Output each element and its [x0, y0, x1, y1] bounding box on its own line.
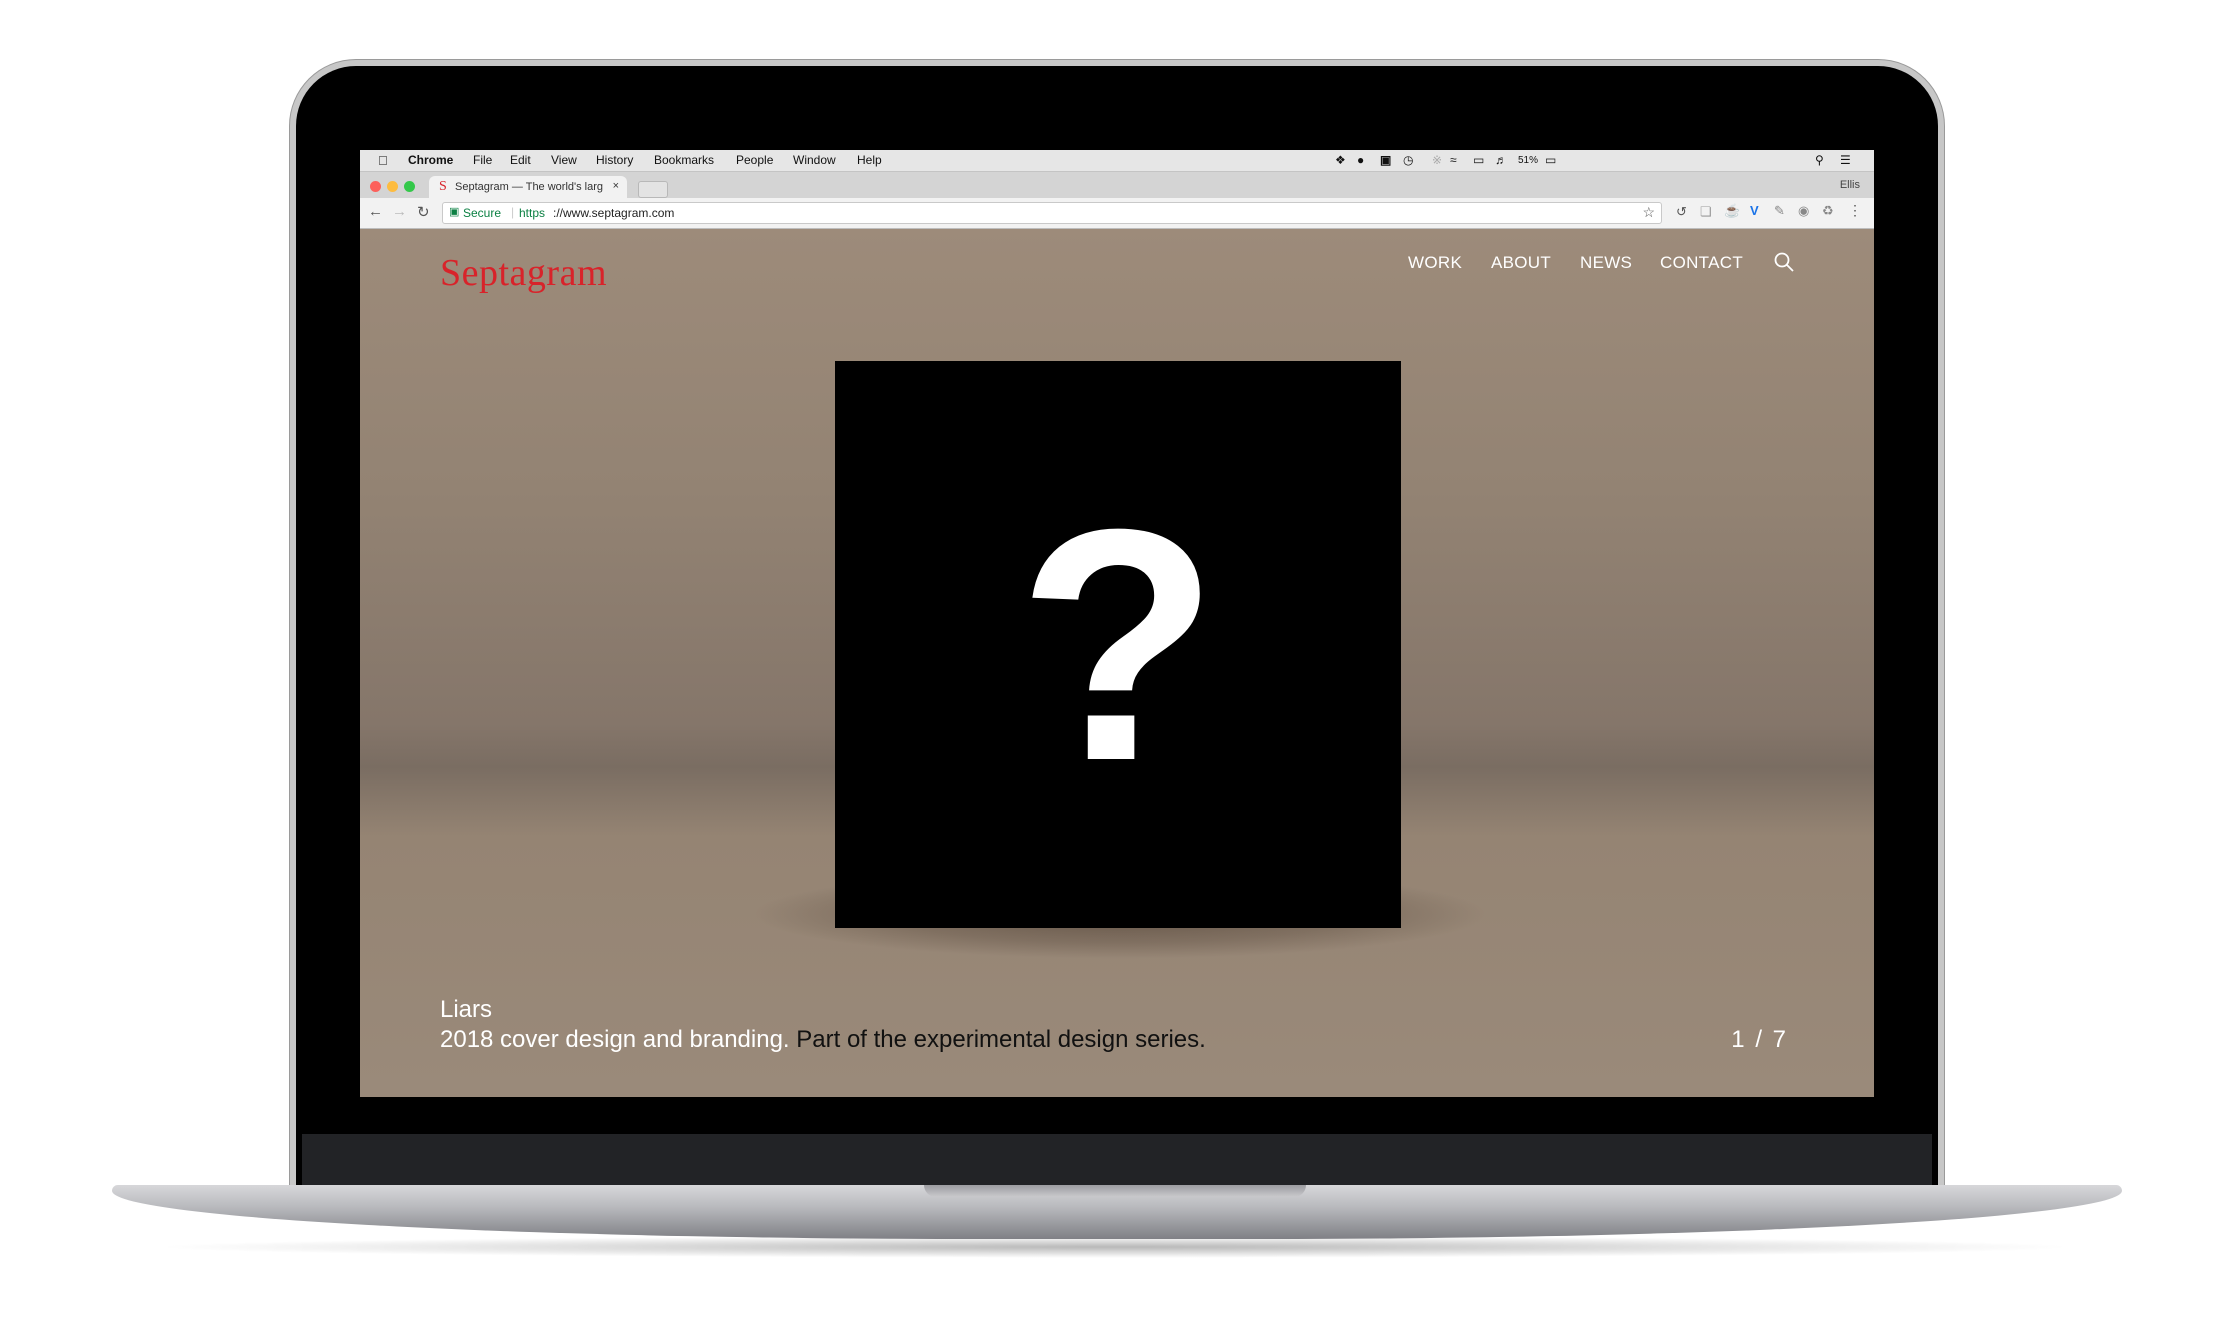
browser-tab[interactable]: S Septagram — The world's larg × [429, 176, 627, 198]
menu-people[interactable]: People [736, 153, 773, 167]
menu-window[interactable]: Window [793, 153, 836, 167]
menu-app-name[interactable]: Chrome [408, 153, 453, 167]
close-window-button[interactable] [370, 181, 381, 192]
slide-description: 2018 cover design and branding. Part of … [440, 1026, 1206, 1054]
cover-artwork[interactable]: ? [835, 361, 1401, 928]
omnibox[interactable]: ▣ Secure | https ://www.septagram.com ☆ [442, 202, 1662, 224]
extension-pen-icon[interactable]: ✎ [1774, 203, 1785, 219]
wifi-icon[interactable]: ≈ [1450, 153, 1457, 167]
macos-menubar:  Chrome File Edit View History Bookmark… [360, 150, 1874, 172]
dropbox-icon[interactable]: ❖ [1335, 153, 1346, 167]
slide-description-part1: 2018 cover design and branding. [440, 1026, 790, 1053]
nav-about[interactable]: ABOUT [1491, 253, 1551, 273]
laptop-chin [302, 1134, 1932, 1190]
time-machine-icon[interactable]: ◷ [1403, 153, 1413, 167]
reload-icon[interactable]: ↻ [417, 203, 430, 221]
slide-counter: 1 / 7 [1731, 1026, 1788, 1053]
extension-camera-icon[interactable]: ◉ [1798, 203, 1809, 219]
menu-file[interactable]: File [473, 153, 492, 167]
tab-close-icon[interactable]: × [613, 180, 619, 192]
cloud-icon[interactable]: ● [1357, 153, 1364, 167]
website-page: Septagram WORK ABOUT NEWS CONTACT ? Liar… [360, 229, 1874, 1097]
nav-work[interactable]: WORK [1408, 253, 1462, 273]
menu-history[interactable]: History [596, 153, 633, 167]
nav-news[interactable]: NEWS [1580, 253, 1632, 273]
minimize-window-button[interactable] [387, 181, 398, 192]
tab-favicon: S [439, 179, 447, 194]
extension-link-icon[interactable]: ↺ [1676, 204, 1687, 220]
battery-icon[interactable]: ▭ [1545, 153, 1556, 167]
spotlight-icon[interactable]: ⚲ [1815, 153, 1824, 167]
back-icon[interactable]: ← [368, 203, 383, 220]
screen:  Chrome File Edit View History Bookmark… [360, 150, 1874, 1097]
extension-cup-icon[interactable]: ☕ [1724, 203, 1740, 219]
site-logo[interactable]: Septagram [440, 251, 607, 295]
laptop-notch [924, 1185, 1306, 1197]
lock-icon: ▣ [449, 206, 460, 218]
extension-v-icon[interactable]: V [1750, 203, 1759, 218]
menu-bookmarks[interactable]: Bookmarks [654, 153, 714, 167]
search-icon[interactable] [1773, 251, 1795, 273]
url-scheme: https [519, 206, 546, 220]
menu-view[interactable]: View [551, 153, 577, 167]
secure-label: Secure [463, 206, 502, 220]
menu-edit[interactable]: Edit [510, 153, 531, 167]
volume-icon[interactable]: ♬ [1495, 153, 1507, 167]
tab-bar: S Septagram — The world's larg × Ellis [360, 172, 1874, 198]
bookmark-star-icon[interactable]: ☆ [1642, 204, 1655, 221]
question-mark-glyph: ? [1017, 459, 1219, 829]
menu-help[interactable]: Help [857, 153, 882, 167]
app-g-icon[interactable]: ▣ [1380, 153, 1391, 167]
apple-icon[interactable]:  [378, 153, 388, 168]
extension-recycle-icon[interactable]: ♻ [1822, 203, 1834, 219]
new-tab-button[interactable] [638, 181, 668, 198]
battery-percent[interactable]: 51% [1518, 155, 1538, 166]
bluetooth-icon[interactable]: ※ [1432, 153, 1442, 167]
forward-icon[interactable]: → [392, 203, 407, 220]
airplay-icon[interactable]: ▭ [1473, 153, 1484, 167]
chrome-menu-icon[interactable]: ⋮ [1848, 202, 1862, 219]
slide-title: Liars [440, 996, 493, 1023]
profile-name[interactable]: Ellis [1840, 179, 1860, 191]
omnibox-divider: | [511, 205, 515, 219]
laptop-shadow [150, 1236, 2080, 1258]
address-toolbar: ← → ↻ ▣ Secure | https ://www.septagram.… [360, 198, 1874, 229]
extension-copy-icon[interactable]: ❏ [1700, 204, 1712, 220]
notification-center-icon[interactable]: ☰ [1840, 153, 1851, 167]
url-host: ://www.septagram.com [553, 206, 675, 220]
zoom-window-button[interactable] [404, 181, 415, 192]
slide-description-part2: Part of the experimental design series. [796, 1026, 1206, 1053]
tab-title: Septagram — The world's larg [455, 181, 604, 193]
nav-contact[interactable]: CONTACT [1660, 253, 1743, 273]
